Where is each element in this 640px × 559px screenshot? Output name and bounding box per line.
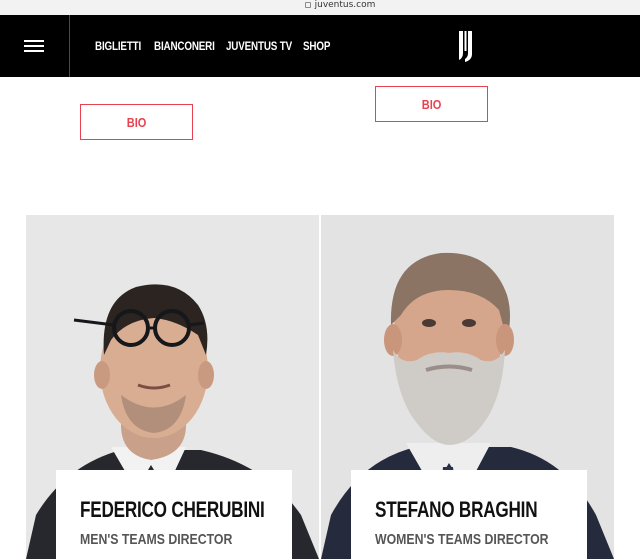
nav-link-biglietti[interactable]: BIGLIETTI [95, 39, 141, 53]
nav-link-shop[interactable]: SHOP [303, 39, 330, 53]
browser-url-bar[interactable]: juventus.com [0, 0, 640, 15]
person-role: MEN'S TEAMS DIRECTOR [80, 531, 233, 548]
person-name: FEDERICO CHERUBINI [80, 497, 265, 522]
lock-icon [304, 1, 311, 8]
nav-link-bianconeri[interactable]: BIANCONERI [154, 39, 215, 53]
nav-divider [69, 15, 70, 77]
bio-button[interactable]: BIO [375, 86, 488, 122]
url-text: juventus.com [314, 0, 376, 10]
person-card-braghin[interactable]: STEFANO BRAGHIN WOMEN'S TEAMS DIRECTOR [321, 215, 614, 559]
person-role: WOMEN'S TEAMS DIRECTOR [375, 531, 549, 548]
person-card-cherubini[interactable]: FEDERICO CHERUBINI MEN'S TEAMS DIRECTOR [26, 215, 319, 559]
hamburger-menu-icon[interactable] [24, 40, 44, 52]
nav-link-juventus-tv[interactable]: JUVENTUS TV [226, 39, 292, 53]
bio-button[interactable]: BIO [80, 104, 193, 140]
person-name: STEFANO BRAGHIN [375, 497, 538, 522]
top-navigation: BIGLIETTI BIANCONERI JUVENTUS TV SHOP [0, 15, 640, 77]
name-box: FEDERICO CHERUBINI MEN'S TEAMS DIRECTOR [56, 470, 292, 559]
name-box: STEFANO BRAGHIN WOMEN'S TEAMS DIRECTOR [351, 470, 587, 559]
juventus-logo[interactable] [455, 29, 479, 63]
